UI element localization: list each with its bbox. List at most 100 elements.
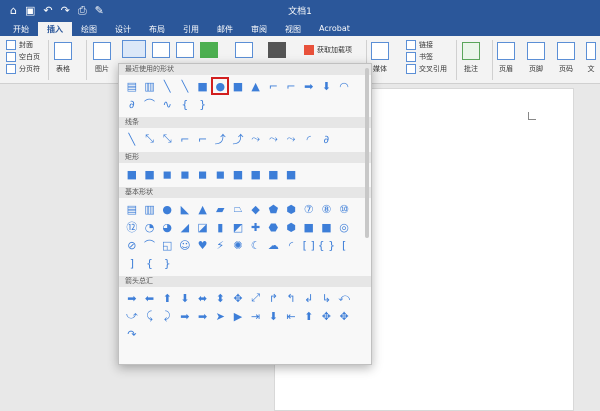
shape-icon[interactable]: ➡ xyxy=(194,307,212,325)
shape-icon[interactable]: [ ] xyxy=(300,236,318,254)
page-number-button[interactable]: 页码 xyxy=(557,39,575,74)
shape-icon[interactable]: ⤻ xyxy=(123,307,141,325)
shape-icon[interactable]: ▶ xyxy=(229,307,247,325)
shape-icon[interactable]: ✥ xyxy=(318,307,336,325)
shape-icon[interactable]: ➡ xyxy=(176,307,194,325)
shape-icon[interactable]: ↷ xyxy=(123,325,141,343)
shape-icon[interactable]: ⤳ xyxy=(247,130,265,148)
shape-icon[interactable]: { } xyxy=(318,236,336,254)
shape-icon[interactable]: ■ xyxy=(123,165,141,183)
shape-icon[interactable]: ╲ xyxy=(158,77,176,95)
tab-1[interactable]: 插入 xyxy=(38,22,72,36)
shape-icon[interactable]: ⬇ xyxy=(265,307,283,325)
shape-icon[interactable]: [ xyxy=(335,236,353,254)
smartart-button[interactable] xyxy=(200,42,218,58)
shape-icon[interactable]: ✚ xyxy=(247,218,265,236)
shape-icon[interactable]: ⬇ xyxy=(318,77,336,95)
picture-button[interactable]: 图片 xyxy=(93,39,111,74)
shape-icon[interactable]: ♥ xyxy=(194,236,212,254)
shape-icon[interactable]: ☾ xyxy=(247,236,265,254)
shape-icon[interactable]: ⬇ xyxy=(176,289,194,307)
shape-icon[interactable]: { xyxy=(176,95,194,113)
shape-icon[interactable]: ▲ xyxy=(194,200,212,218)
shape-icon[interactable]: ◼ xyxy=(176,165,194,183)
shape-icon[interactable]: ∿ xyxy=(158,95,176,113)
table-button[interactable]: 表格 xyxy=(54,39,72,74)
shape-icon[interactable]: ➤ xyxy=(211,307,229,325)
shape-icon[interactable]: ◣ xyxy=(176,200,194,218)
media-button[interactable]: 媒体 xyxy=(371,39,389,74)
shape-icon[interactable]: ⑧ xyxy=(318,200,336,218)
shape-icon[interactable]: ◠ xyxy=(335,77,353,95)
shape-icon[interactable]: ■ xyxy=(141,165,159,183)
shape-icon[interactable]: ⤳ xyxy=(265,130,283,148)
cross-reference-button[interactable]: 交叉引用 xyxy=(406,63,447,75)
shape-icon[interactable]: ╲ xyxy=(176,77,194,95)
shape-icon[interactable]: ☁ xyxy=(265,236,283,254)
shape-icon[interactable]: ● xyxy=(211,77,230,95)
shape-icon[interactable]: ⬢ xyxy=(282,218,300,236)
icons-button[interactable] xyxy=(152,42,170,58)
3d-models-button[interactable] xyxy=(176,42,194,58)
shape-icon[interactable]: ⤴ xyxy=(229,130,247,148)
shape-icon[interactable]: ↳ xyxy=(318,289,336,307)
shape-icon[interactable]: ◼ xyxy=(194,165,212,183)
tab-3[interactable]: 设计 xyxy=(106,22,140,36)
shape-icon[interactable]: ⬆ xyxy=(158,289,176,307)
shape-icon[interactable]: ⌐ xyxy=(265,77,283,95)
blank-page-button[interactable]: 空白页 xyxy=(6,51,40,63)
shape-icon[interactable]: ⌐ xyxy=(176,130,194,148)
shape-icon[interactable]: ■ xyxy=(247,165,265,183)
tab-6[interactable]: 邮件 xyxy=(208,22,242,36)
bookmark-button[interactable]: 书签 xyxy=(406,51,447,63)
shape-icon[interactable]: ■ xyxy=(229,77,247,95)
tab-7[interactable]: 审阅 xyxy=(242,22,276,36)
shape-icon[interactable]: ╲ xyxy=(123,130,141,148)
tab-5[interactable]: 引用 xyxy=(174,22,208,36)
comment-button[interactable]: 批注 xyxy=(462,39,480,74)
shape-icon[interactable]: ■ xyxy=(265,165,283,183)
shape-icon[interactable]: ✥ xyxy=(335,307,353,325)
shape-icon[interactable]: ◆ xyxy=(247,200,265,218)
shape-icon[interactable]: ⑫ xyxy=(123,218,141,236)
shape-icon[interactable]: ◼ xyxy=(158,165,176,183)
shape-icon[interactable]: ⇥ xyxy=(247,307,265,325)
tab-4[interactable]: 布局 xyxy=(140,22,174,36)
shape-icon[interactable]: ⬆ xyxy=(300,307,318,325)
shape-icon[interactable]: ◪ xyxy=(194,218,212,236)
shape-icon[interactable]: ⌒ xyxy=(141,236,159,254)
tab-2[interactable]: 绘图 xyxy=(72,22,106,36)
shape-icon[interactable]: ⌐ xyxy=(282,77,300,95)
shape-icon[interactable]: ↱ xyxy=(265,289,283,307)
shape-icon[interactable]: ⬢ xyxy=(282,200,300,218)
shape-icon[interactable]: ⬌ xyxy=(194,289,212,307)
shape-icon[interactable]: ➡ xyxy=(123,289,141,307)
page-break-button[interactable]: 分页符 xyxy=(6,63,40,75)
chart-button[interactable] xyxy=(235,42,253,58)
scrollbar[interactable] xyxy=(365,68,369,238)
shape-icon[interactable]: ⊘ xyxy=(123,236,141,254)
shape-icon[interactable]: { xyxy=(141,254,159,272)
shape-icon[interactable]: ↲ xyxy=(300,289,318,307)
shape-icon[interactable]: ◜ xyxy=(282,236,300,254)
shape-icon[interactable]: ■ xyxy=(229,165,247,183)
header-button[interactable]: 页眉 xyxy=(497,39,515,74)
shape-icon[interactable]: ◱ xyxy=(158,236,176,254)
shape-icon[interactable]: ◎ xyxy=(335,218,353,236)
shape-icon[interactable]: } xyxy=(194,95,212,113)
shape-icon[interactable]: ⤺ xyxy=(335,289,353,307)
shape-icon[interactable]: ⬍ xyxy=(211,289,229,307)
shape-icon[interactable]: ◜ xyxy=(300,130,318,148)
shapes-button[interactable] xyxy=(122,40,146,58)
shape-icon[interactable]: ▥ xyxy=(141,200,159,218)
tab-9[interactable]: Acrobat xyxy=(310,22,359,36)
shape-icon[interactable]: ▰ xyxy=(211,200,229,218)
shape-icon[interactable]: ▥ xyxy=(141,77,159,95)
shape-icon[interactable]: ■ xyxy=(282,165,300,183)
shape-icon[interactable]: ⚡ xyxy=(211,236,229,254)
shape-icon[interactable]: } xyxy=(158,254,176,272)
shape-icon[interactable]: ⤡ xyxy=(141,130,159,148)
shape-icon[interactable]: ⤡ xyxy=(158,130,176,148)
shape-icon[interactable]: ⤢ xyxy=(247,289,265,307)
shape-icon[interactable]: ◔ xyxy=(141,218,159,236)
